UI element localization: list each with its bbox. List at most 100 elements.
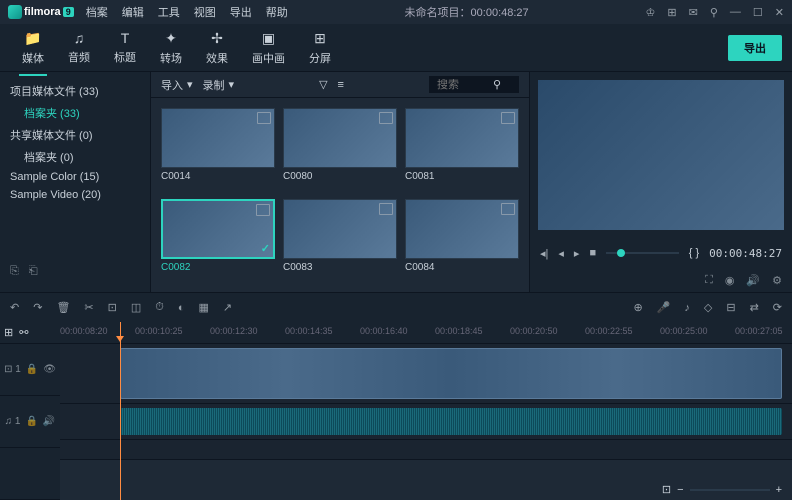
delete-icon[interactable]: 🗑 bbox=[56, 301, 70, 314]
tab-titles[interactable]: T标题 bbox=[102, 26, 148, 69]
link-toggle-icon[interactable]: ⚯ bbox=[19, 326, 28, 339]
clip-C0084[interactable]: C0084 bbox=[405, 199, 519, 282]
zoom-fit-icon[interactable]: ⊡ bbox=[662, 483, 671, 496]
snapshot-icon[interactable]: ◉ bbox=[725, 274, 735, 287]
undo-icon[interactable]: ↶ bbox=[10, 301, 19, 314]
clip-C0014[interactable]: C0014 bbox=[161, 108, 275, 191]
notification-icon[interactable]: ⊞ bbox=[667, 6, 676, 19]
clip-thumbnail[interactable] bbox=[405, 108, 519, 168]
ruler-tick: 00:00:12:30 bbox=[210, 326, 258, 336]
tree-sample-video[interactable]: Sample Video (20) bbox=[10, 186, 140, 204]
green-screen-icon[interactable]: ▦ bbox=[199, 301, 209, 314]
mic-icon[interactable]: 🎤 bbox=[657, 301, 671, 314]
zoom-in-icon[interactable]: + bbox=[776, 484, 782, 496]
settings-preview-icon[interactable]: ⚙ bbox=[772, 274, 782, 287]
tab-transitions[interactable]: ✦转场 bbox=[148, 26, 194, 70]
clip-C0083[interactable]: C0083 bbox=[283, 199, 397, 282]
redo-icon[interactable]: ↷ bbox=[33, 301, 42, 314]
tab-effects[interactable]: ✢效果 bbox=[194, 26, 240, 70]
zoom-slider[interactable] bbox=[690, 489, 770, 491]
clip-C0081[interactable]: C0081 bbox=[405, 108, 519, 191]
tab-pip[interactable]: ▣画中画 bbox=[240, 26, 297, 70]
video-track-head[interactable]: ⊡ 1 🔒 👁 bbox=[0, 344, 60, 396]
menu-export[interactable]: 导出 bbox=[230, 4, 252, 20]
speed-icon[interactable]: ⏱ bbox=[155, 301, 164, 314]
clip-thumbnail[interactable] bbox=[161, 108, 275, 168]
link-icon[interactable]: ⇄ bbox=[750, 301, 759, 314]
menu-edit[interactable]: 编辑 bbox=[122, 4, 144, 20]
user-icon[interactable]: ♔ bbox=[646, 6, 656, 19]
zoom-control[interactable]: ⊡ − + bbox=[662, 483, 782, 496]
clip-C0080[interactable]: C0080 bbox=[283, 108, 397, 191]
search-icon[interactable]: ⚲ bbox=[493, 78, 501, 91]
cut-icon[interactable]: ✂ bbox=[84, 301, 93, 314]
menu-file[interactable]: 档案 bbox=[86, 4, 108, 20]
mute-icon[interactable]: 🔊 bbox=[43, 416, 55, 427]
audio-clip[interactable] bbox=[120, 408, 782, 435]
preview-screen[interactable] bbox=[538, 80, 784, 230]
menu-tools[interactable]: 工具 bbox=[158, 4, 180, 20]
video-clip[interactable] bbox=[120, 348, 782, 399]
render-icon[interactable]: ⟳ bbox=[773, 301, 782, 314]
chevron-down-icon: ▾ bbox=[187, 78, 193, 91]
eye-icon[interactable]: 👁 bbox=[43, 364, 56, 375]
import-dropdown[interactable]: 导入▾ bbox=[161, 77, 193, 93]
clip-C0082[interactable]: ✓C0082 bbox=[161, 199, 275, 282]
minimize-icon[interactable]: — bbox=[730, 6, 741, 18]
media-sidebar: 项目媒体文件 (33) 档案夹 (33) 共享媒体文件 (0) 档案夹 (0) … bbox=[0, 72, 150, 292]
tab-media[interactable]: 📁媒体 bbox=[10, 26, 56, 70]
new-folder-icon[interactable]: ⎘ bbox=[10, 265, 19, 278]
record-dropdown[interactable]: 录制▾ bbox=[203, 77, 235, 93]
preview-slider[interactable] bbox=[606, 252, 679, 254]
play-back-button[interactable]: ◂ bbox=[558, 247, 564, 260]
mail-icon[interactable]: ✉ bbox=[689, 6, 698, 19]
clip-thumbnail[interactable]: ✓ bbox=[161, 199, 275, 259]
maximize-icon[interactable]: ☐ bbox=[753, 6, 763, 19]
edit-tools-icon[interactable]: ⊡ bbox=[108, 301, 117, 314]
tab-audio[interactable]: ♫音频 bbox=[56, 26, 102, 69]
marker-icon[interactable]: ◇ bbox=[704, 301, 712, 314]
tree-sample-color[interactable]: Sample Color (15) bbox=[10, 168, 140, 186]
menu-view[interactable]: 视图 bbox=[194, 4, 216, 20]
filter-icon[interactable]: ▽ bbox=[319, 78, 327, 91]
split-icon: ⊞ bbox=[314, 30, 326, 47]
clip-thumbnail[interactable] bbox=[405, 199, 519, 259]
settings-icon[interactable]: ⚲ bbox=[710, 6, 718, 19]
tab-split[interactable]: ⊞分屏 bbox=[297, 26, 343, 70]
export-frame-icon[interactable]: ↗ bbox=[223, 301, 232, 314]
timeline-menu-icon[interactable]: ⊞ bbox=[4, 326, 13, 339]
search-box[interactable]: ⚲ bbox=[429, 76, 519, 93]
tree-shared-media[interactable]: 共享媒体文件 (0) bbox=[10, 124, 140, 146]
export-button[interactable]: 导出 bbox=[728, 35, 782, 61]
play-button[interactable]: ▸ bbox=[574, 247, 580, 260]
audio-track-head[interactable]: ♫ 1 🔒 🔊 bbox=[0, 396, 60, 448]
volume-icon[interactable]: 🔊 bbox=[746, 274, 760, 287]
sort-icon[interactable]: ≡ bbox=[338, 79, 344, 91]
mark-brackets[interactable]: { } bbox=[689, 247, 699, 259]
zoom-out-icon[interactable]: − bbox=[677, 484, 683, 496]
close-icon[interactable]: ✕ bbox=[775, 6, 784, 19]
clip-thumbnail[interactable] bbox=[283, 199, 397, 259]
music-track[interactable] bbox=[60, 440, 792, 460]
lock-icon[interactable]: 🔒 bbox=[25, 416, 37, 427]
crop-icon[interactable]: ◫ bbox=[131, 301, 141, 314]
mixer-icon[interactable]: ♪ bbox=[684, 302, 690, 314]
delete-folder-icon[interactable]: ⎗ bbox=[29, 265, 38, 278]
audio-track[interactable] bbox=[60, 404, 792, 440]
tree-folder-empty[interactable]: 档案夹 (0) bbox=[10, 146, 140, 168]
stop-button[interactable]: ■ bbox=[589, 247, 596, 259]
voiceover-icon[interactable]: ⊕ bbox=[633, 301, 642, 314]
video-track[interactable] bbox=[60, 344, 792, 404]
timeline-ruler[interactable]: 00:00:08:2000:00:10:2500:00:12:3000:00:1… bbox=[60, 322, 792, 344]
display-icon[interactable]: ⛶ bbox=[705, 274, 713, 287]
search-input[interactable] bbox=[437, 79, 487, 91]
tree-project-media[interactable]: 项目媒体文件 (33) bbox=[10, 80, 140, 102]
clip-thumbnail[interactable] bbox=[283, 108, 397, 168]
prev-frame-button[interactable]: ◂| bbox=[540, 247, 548, 260]
tree-folder-active[interactable]: 档案夹 (33) bbox=[10, 102, 140, 124]
menu-help[interactable]: 帮助 bbox=[266, 4, 288, 20]
lock-icon[interactable]: 🔒 bbox=[26, 364, 38, 375]
playhead[interactable] bbox=[120, 322, 121, 500]
range-icon[interactable]: ⊟ bbox=[726, 301, 735, 314]
color-icon[interactable]: ◐ bbox=[178, 302, 185, 314]
